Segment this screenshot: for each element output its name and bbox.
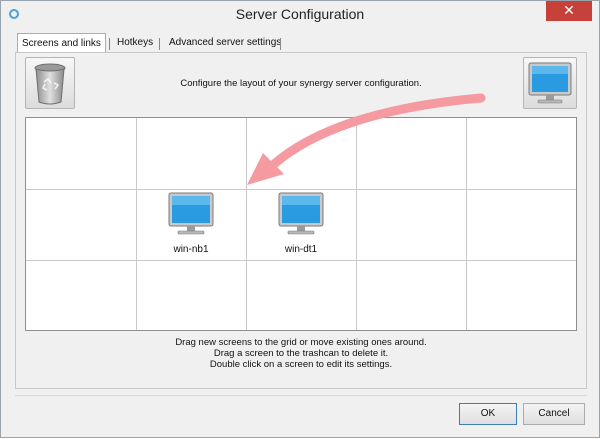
monitor-icon — [168, 192, 214, 235]
trashcan-button[interactable] — [25, 57, 75, 109]
footer-divider — [15, 395, 587, 396]
tab-separator — [109, 38, 110, 50]
tab-separator — [159, 38, 160, 50]
help-line: Drag a screen to the trashcan to delete … — [213, 348, 389, 359]
help-line: Double click on a screen to edit its set… — [209, 359, 393, 370]
close-button[interactable]: ✕ — [546, 1, 592, 21]
panel-instruction: Configure the layout of your synergy ser… — [180, 78, 422, 89]
ok-button[interactable]: OK — [459, 403, 517, 425]
screen-layout-grid[interactable]: win-nb1 win-dt1 — [25, 117, 577, 331]
tab-separator — [280, 38, 281, 50]
title-bar[interactable]: Server Configuration ✕ — [1, 1, 599, 29]
tab-advanced-server-settings[interactable]: Advanced server settings — [165, 35, 285, 51]
grid-line — [466, 118, 467, 330]
grid-line — [356, 118, 357, 330]
server-configuration-window: Server Configuration ✕ Screens and links… — [0, 0, 600, 438]
help-text: Drag new screens to the grid or move exi… — [101, 337, 501, 370]
monitor-icon — [278, 192, 324, 235]
monitor-icon — [528, 62, 572, 104]
screen-name-label: win-dt1 — [284, 244, 318, 255]
tab-screens-and-links[interactable]: Screens and links — [17, 33, 106, 53]
help-line: Drag new screens to the grid or move exi… — [175, 337, 427, 348]
screen-win-nb1[interactable]: win-nb1 — [136, 189, 246, 259]
grid-line — [26, 260, 576, 261]
cancel-button[interactable]: Cancel — [523, 403, 585, 425]
screen-win-dt1[interactable]: win-dt1 — [246, 189, 356, 259]
trash-icon — [34, 63, 66, 105]
tab-hotkeys[interactable]: Hotkeys — [113, 35, 157, 51]
new-screen-button[interactable] — [523, 57, 577, 109]
screen-name-label: win-nb1 — [173, 244, 209, 255]
window-title: Server Configuration — [235, 6, 365, 22]
